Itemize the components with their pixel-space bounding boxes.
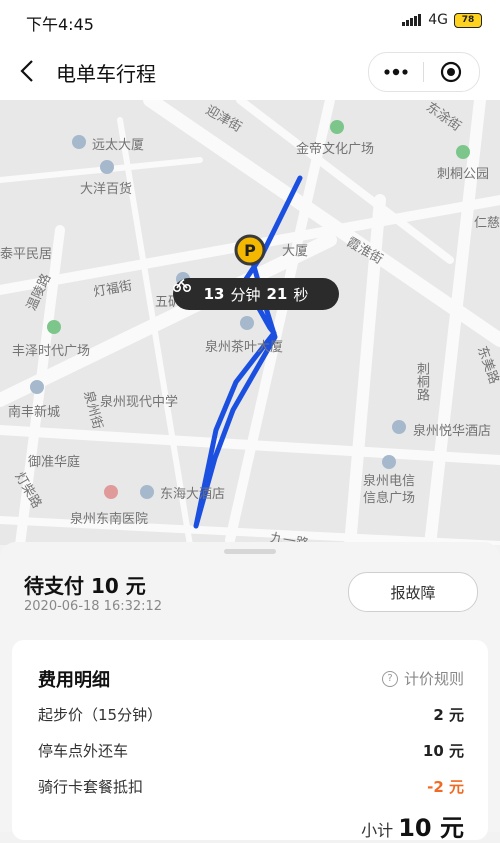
fee-label: 停车点外还车 <box>38 742 129 760</box>
map-label-dongnan: 泉州东南医院 <box>70 512 149 527</box>
map-label-citong: 刺桐公园 <box>437 167 490 182</box>
building-poi-icon <box>72 135 86 149</box>
hospital-poi-icon <box>104 485 118 499</box>
ride-seconds: 21 <box>266 285 288 303</box>
map-label-dayang: 大洋百货 <box>80 182 133 197</box>
park-poi-icon <box>47 320 61 334</box>
mini-program-capsule <box>368 52 480 92</box>
map-view[interactable]: P 迎津街 东涂街 远太大厦 金帝文化广场 刺桐公园 大洋百货 仁慈 泰平民居 … <box>0 100 500 545</box>
battery-icon: 78 <box>454 12 482 28</box>
fee-label: 起步价（15分钟） <box>38 706 163 724</box>
map-label-yuhua: 御准华庭 <box>28 455 81 470</box>
order-sheet: 待支付 10 元 2020-06-18 16:32:12 报故障 费用明细 ? … <box>0 542 500 842</box>
page-title: 电单车行程 <box>56 62 156 86</box>
park-poi-icon <box>330 120 344 134</box>
more-button[interactable] <box>369 53 423 91</box>
fee-row: 停车点外还车 10 元 <box>38 740 466 761</box>
shopping-poi-icon <box>100 160 114 174</box>
map-label-tda: 大厦 <box>282 244 309 259</box>
map-label-nanfeng: 南丰新城 <box>8 405 61 420</box>
status-indicators: 4G 78 <box>402 12 482 28</box>
subtotal: 小计 10 元 <box>361 808 464 843</box>
ride-minutes: 13 <box>203 285 225 303</box>
back-arrow-icon[interactable] <box>16 57 40 85</box>
parking-marker-label: P <box>244 241 256 260</box>
close-button[interactable] <box>424 53 478 91</box>
more-dots-icon <box>384 68 408 76</box>
status-bar: 下午4:45 4G 78 <box>0 0 500 42</box>
fee-detail-title: 费用明细 <box>38 670 110 691</box>
nav-bar: 电单车行程 <box>0 42 500 100</box>
subtotal-value: 10 元 <box>398 814 464 842</box>
map-label-yuantai: 远太大厦 <box>92 138 145 153</box>
building-poi-icon <box>240 316 254 330</box>
fee-label: 骑行卡套餐抵扣 <box>38 778 144 796</box>
report-fault-button[interactable]: 报故障 <box>348 572 478 612</box>
question-mark-icon: ? <box>381 670 398 687</box>
order-datetime: 2020-06-18 16:32:12 <box>24 599 163 614</box>
map-label-dianxin: 泉州电信 信息广场 <box>363 474 416 506</box>
map-label-yuehua: 泉州悦华酒店 <box>413 424 492 439</box>
residence-poi-icon <box>30 380 44 394</box>
map-label-renci: 仁慈 <box>474 216 500 231</box>
status-time: 下午4:45 <box>26 15 94 34</box>
pricing-rules-link[interactable]: ? 计价规则 <box>381 668 464 689</box>
ride-duration-pill: 13 分钟 21 秒 <box>173 278 339 310</box>
bike-icon <box>173 278 191 292</box>
map-label-citonglu: 刺桐路 <box>414 362 429 401</box>
park-poi-icon <box>456 145 470 159</box>
map-label-xiandai: 泉州现代中学 <box>100 395 179 410</box>
fee-row: 起步价（15分钟） 2 元 <box>38 704 466 725</box>
target-close-icon <box>440 61 462 83</box>
fee-row: 骑行卡套餐抵扣 -2 元 <box>38 776 466 797</box>
pending-payment-title: 待支付 10 元 <box>24 574 146 598</box>
fee-amount: 2 元 <box>433 706 464 724</box>
hotel-poi-icon <box>392 420 406 434</box>
map-label-taiping: 泰平民居 <box>0 247 53 262</box>
pricing-rules-label: 计价规则 <box>403 670 464 688</box>
fee-discount-amount: -2 元 <box>427 778 464 796</box>
hotel-poi-icon <box>140 485 154 499</box>
network-type: 4G <box>428 12 448 28</box>
battery-level: 78 <box>461 14 475 25</box>
signal-icon <box>402 14 422 26</box>
fee-detail-card: 费用明细 ? 计价规则 起步价（15分钟） 2 元 停车点外还车 10 元 骑行… <box>12 640 488 843</box>
ride-seconds-unit: 秒 <box>293 285 309 304</box>
map-label-jindi: 金帝文化广场 <box>296 142 375 157</box>
map-label-chaye: 泉州茶叶大厦 <box>205 340 284 355</box>
ride-minutes-unit: 分钟 <box>230 285 261 304</box>
map-label-fengze: 丰泽时代广场 <box>12 344 91 359</box>
fee-amount: 10 元 <box>422 742 464 760</box>
sheet-drag-handle[interactable] <box>224 549 276 554</box>
map-label-donghai: 东海大酒店 <box>160 487 226 502</box>
building-poi-icon <box>382 455 396 469</box>
subtotal-label: 小计 <box>361 821 394 840</box>
